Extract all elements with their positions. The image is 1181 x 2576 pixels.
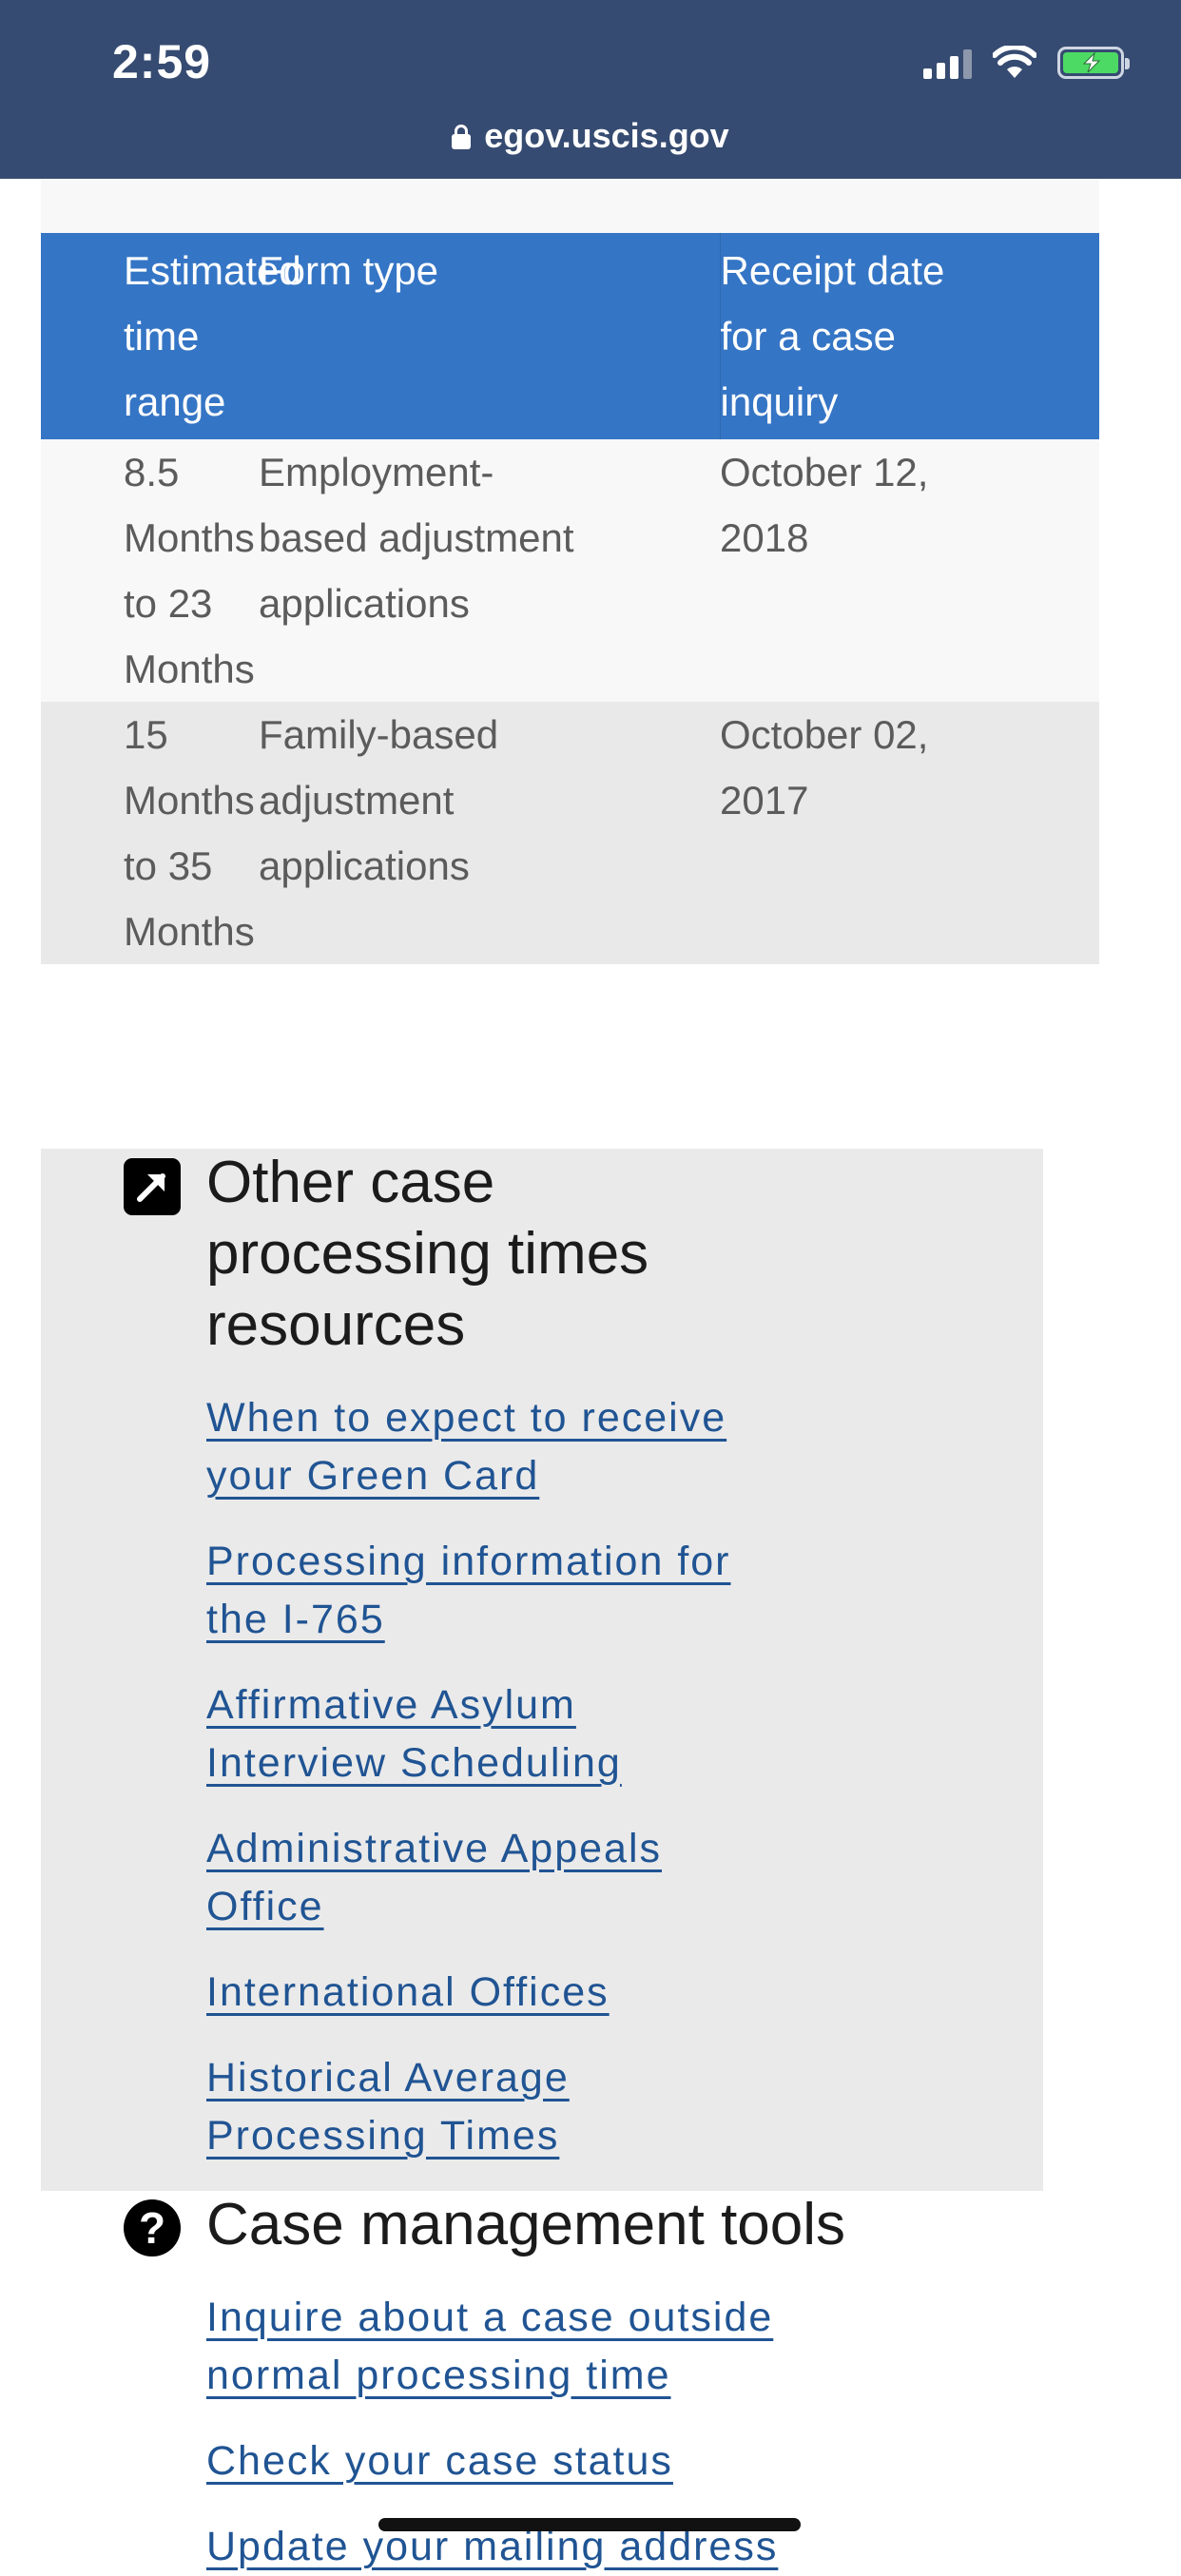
cell-receipt-date: October 12, 2018 [720, 439, 1099, 702]
link-check-case-status[interactable]: Check your case status [206, 2432, 967, 2490]
header-form-type: Form type [259, 233, 720, 439]
processing-times-table: Estimated time range Form type Receipt d… [41, 233, 1099, 964]
external-link-icon [124, 1158, 181, 1215]
address-url: egov.uscis.gov [484, 116, 729, 155]
link-historical-processing-times[interactable]: Historical Average Processing Times [206, 2049, 872, 2165]
link-international-offices[interactable]: International Offices [206, 1964, 872, 2022]
link-administrative-appeals[interactable]: Administrative Appeals Office [206, 1820, 872, 1936]
battery-charging-icon [1057, 47, 1130, 79]
link-i765-processing[interactable]: Processing information for the I-765 [206, 1533, 872, 1649]
status-time: 2:59 [112, 35, 212, 88]
status-icons [923, 42, 1130, 84]
header-estimated-time-range: Estimated time range [41, 233, 301, 439]
other-resources-links: When to expect to receive your Green Card… [206, 1389, 872, 2165]
table-header-row: Estimated time range Form type Receipt d… [41, 233, 1099, 439]
cell-form-type: Employment- based adjustment application… [259, 439, 720, 702]
lock-icon [452, 125, 472, 149]
other-resources-title: Other case processing times resources [206, 1150, 649, 1358]
home-indicator[interactable] [378, 2518, 801, 2531]
link-affirmative-asylum[interactable]: Affirmative Asylum Interview Scheduling [206, 1676, 872, 1792]
question-circle-icon: ? [124, 2199, 181, 2256]
cell-time-range: 8.5 Months to 23 Months [41, 439, 259, 702]
table-row: 8.5 Months to 23 Months Employment- base… [41, 439, 1099, 702]
browser-top-bar: 2:59 egov.uscis.gov [0, 0, 1181, 179]
link-green-card-expectations[interactable]: When to expect to receive your Green Card [206, 1389, 872, 1505]
table-top-strip [41, 179, 1099, 233]
table-row: 15 Months to 35 Months Family-based adju… [41, 702, 1099, 964]
link-inquire-case[interactable]: Inquire about a case outside normal proce… [206, 2289, 967, 2405]
signal-icon [923, 47, 972, 79]
cell-form-type: Family-based adjustment applications [259, 702, 720, 964]
address-bar[interactable]: egov.uscis.gov [0, 112, 1181, 160]
case-tools-links: Inquire about a case outside normal proce… [206, 2289, 967, 2576]
cell-time-range: 15 Months to 35 Months [41, 702, 259, 964]
cell-receipt-date: October 02, 2017 [720, 702, 1099, 964]
case-tools-title: Case management tools [206, 2192, 846, 2257]
header-receipt-date: Receipt date for a case inquiry [719, 233, 1099, 439]
wifi-icon [993, 46, 1036, 78]
